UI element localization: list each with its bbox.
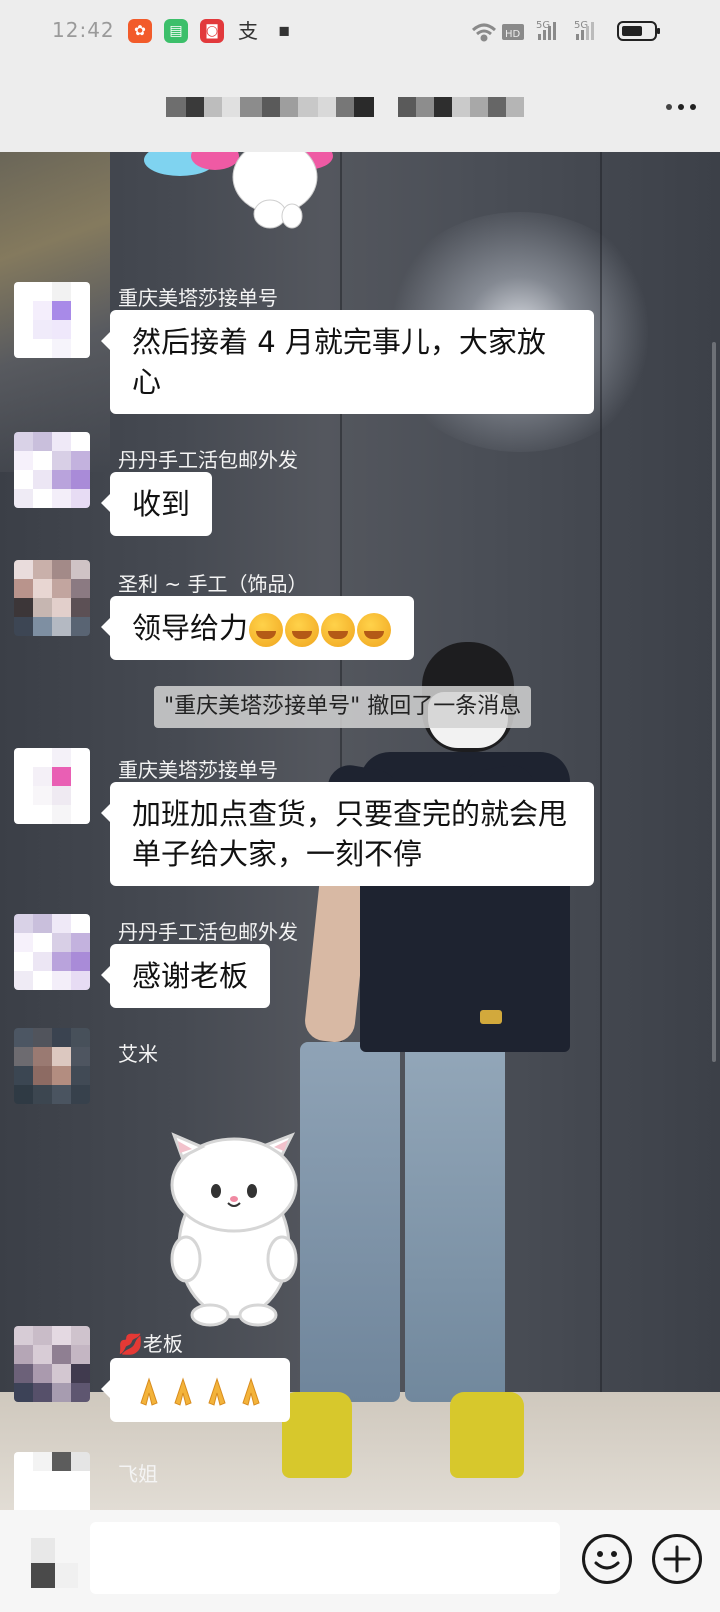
alipay-icon: 支: [238, 19, 258, 43]
app-notification-icon: ◙: [200, 19, 224, 43]
sender-name: 💋老板: [118, 1332, 183, 1356]
message-bubble[interactable]: 收到: [100, 472, 213, 536]
avatar[interactable]: [14, 748, 90, 824]
avatar[interactable]: [14, 1028, 90, 1104]
pray-emoji-icon: [174, 1377, 192, 1406]
more-icon: [666, 104, 672, 110]
signal-icon-2: 5G: [574, 20, 594, 40]
wechat-icon: ▤: [164, 19, 188, 43]
sender-name: 重庆美塔莎接单号: [118, 758, 278, 782]
emoji-icon: [249, 613, 284, 647]
avatar[interactable]: [14, 560, 90, 636]
scrollbar[interactable]: [712, 342, 716, 1062]
system-recall-notice: "重庆美塔莎接单号" 撤回了一条消息: [154, 686, 532, 728]
pray-emoji-icon: [242, 1377, 260, 1406]
signal-icon: 5G: [536, 20, 556, 40]
pray-emoji-icon: [140, 1377, 158, 1406]
hd-icon: HD: [502, 24, 524, 40]
plus-icon: [663, 1545, 691, 1573]
more-functions-button[interactable]: [652, 1534, 702, 1584]
sender-name: 圣利 ~ 手工（饰品）: [118, 572, 308, 596]
emoji-icon: [594, 1551, 620, 1570]
message-bubble[interactable]: 感谢老板: [100, 944, 271, 1008]
message-bubble[interactable]: [101, 1358, 290, 1422]
message-bubble[interactable]: 然后接着 4 月就完事儿，大家放心: [101, 310, 594, 414]
message-input[interactable]: [90, 1522, 560, 1594]
status-time: 12:42: [52, 18, 115, 42]
sender-name: 飞姐: [118, 1462, 158, 1486]
wifi-icon: [471, 23, 497, 42]
background-floor: [0, 1392, 720, 1510]
emoji-icon: [321, 613, 356, 647]
svg-text:HD: HD: [505, 29, 521, 40]
status-indicators: HD 5G 5G: [471, 20, 660, 42]
chat-message-list[interactable]: 重庆美塔莎接单号 然后接着 4 月就完事儿，大家放心 丹丹手工活包邮外发 收到 …: [0, 152, 720, 1510]
emoji-icon: [357, 613, 392, 647]
sender-name: 艾米: [118, 1042, 158, 1066]
more-options-button[interactable]: [656, 92, 706, 122]
message-bubble[interactable]: 领导给力: [100, 596, 415, 660]
emoji-icon: [285, 613, 320, 647]
pray-emoji-icon: [208, 1377, 226, 1406]
battery-icon: [617, 21, 660, 41]
voice-toggle-button[interactable]: [8, 1538, 78, 1588]
avatar[interactable]: [14, 282, 90, 358]
lips-icon: 💋: [118, 1332, 143, 1356]
app-notification-icon: ◼: [278, 23, 290, 39]
sender-name: 丹丹手工活包邮外发: [118, 920, 298, 944]
emoji-button[interactable]: [582, 1534, 632, 1584]
chat-title-bar: [0, 62, 720, 152]
input-bar: [0, 1510, 720, 1612]
chat-title-pixelated: [166, 97, 374, 117]
avatar[interactable]: [14, 1452, 90, 1510]
cat-sticker[interactable]: [164, 1127, 306, 1327]
avatar[interactable]: [14, 1326, 90, 1402]
message-bubble[interactable]: 加班加点查货，只要查完的就会甩单子给大家，一刻不停: [101, 782, 594, 886]
cat-sticker-top: [144, 152, 333, 229]
status-bar: 12:42 ✿ ▤ ◙ 支 ◼ HD 5G 5G: [0, 0, 720, 62]
app-notification-icon: ✿: [128, 19, 152, 43]
avatar[interactable]: [14, 432, 90, 508]
chat-title-pixelated-2: [398, 97, 524, 117]
sender-name: 丹丹手工活包邮外发: [118, 448, 298, 472]
avatar[interactable]: [14, 914, 90, 990]
sender-name: 重庆美塔莎接单号: [118, 286, 278, 310]
message-text: 领导给力: [132, 611, 249, 645]
